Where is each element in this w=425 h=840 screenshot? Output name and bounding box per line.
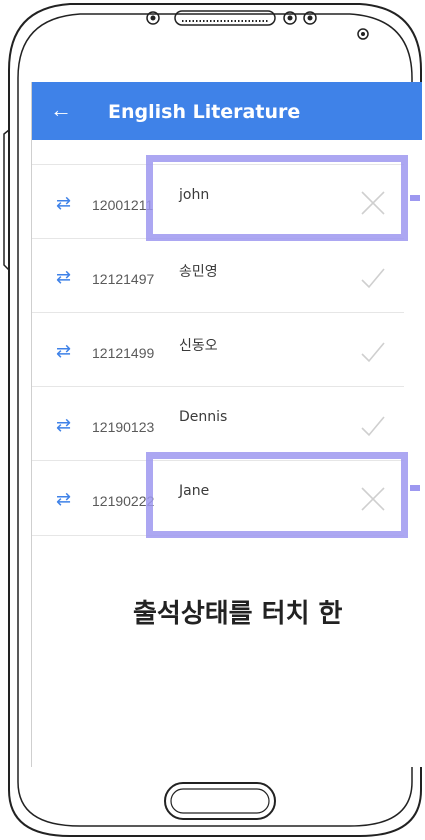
- highlight-box: [146, 155, 408, 241]
- student-id: 12001211: [92, 197, 154, 213]
- tutorial-caption: 출석상태를 터치 한: [133, 599, 343, 629]
- present-check-icon[interactable]: [359, 411, 387, 439]
- student-id: 12190222: [92, 493, 155, 509]
- student-name: 송민영: [179, 264, 218, 280]
- present-check-icon[interactable]: [359, 337, 387, 365]
- app-bar: ← English Literature: [32, 82, 422, 140]
- student-id: 12121497: [92, 271, 155, 287]
- page-title: English Literature: [108, 101, 301, 123]
- highlight-pointer: [410, 485, 420, 491]
- student-id: 12121499: [92, 345, 155, 361]
- student-name: 신동오: [179, 338, 218, 354]
- highlight-pointer: [410, 195, 420, 201]
- list-item: ⇄ 12121497 송민영: [32, 238, 404, 313]
- swap-icon[interactable]: ⇄: [56, 193, 71, 214]
- back-arrow-icon[interactable]: ←: [50, 97, 72, 123]
- swap-icon[interactable]: ⇄: [56, 415, 71, 436]
- student-name: Dennis: [179, 409, 228, 425]
- list-item: ⇄ 12121499 신동오: [32, 312, 404, 387]
- swap-icon[interactable]: ⇄: [56, 267, 71, 288]
- present-check-icon[interactable]: [359, 263, 387, 291]
- list-item: ⇄ 12190123 Dennis: [32, 386, 404, 461]
- highlight-box: [146, 452, 408, 538]
- swap-icon[interactable]: ⇄: [56, 341, 71, 362]
- student-id: 12190123: [92, 419, 155, 435]
- swap-icon[interactable]: ⇄: [56, 489, 71, 510]
